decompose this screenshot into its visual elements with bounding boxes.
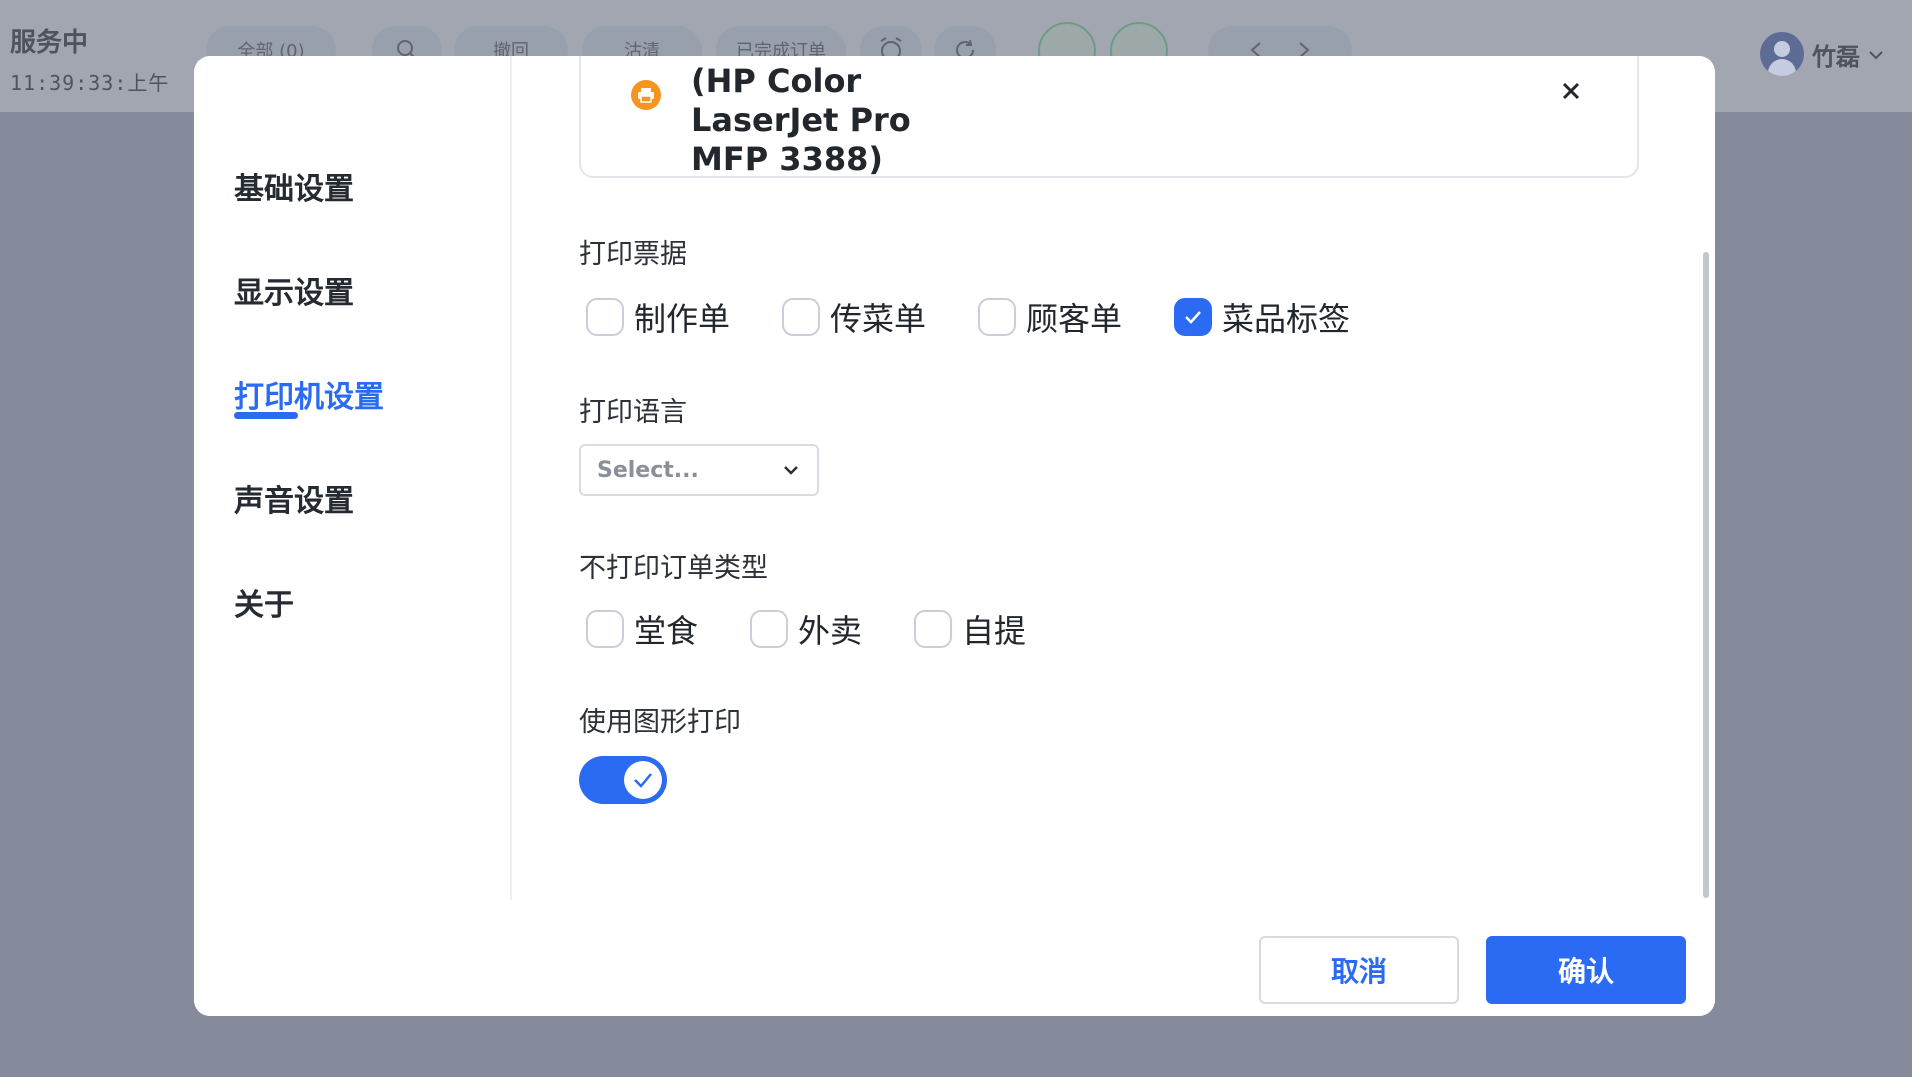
- printer-settings-panel: (HP Color LaserJet Pro MFP 3388) 打印票据 制作…: [514, 56, 1674, 900]
- receipts-options: 制作单 传菜单 顾客单 菜品标签: [586, 294, 1350, 340]
- order-type-dine-in-label: 堂食: [634, 612, 699, 650]
- printer-card: (HP Color LaserJet Pro MFP 3388): [579, 56, 1639, 178]
- status-block: 服务中 11:39:33:上午: [10, 22, 169, 96]
- printer-icon: [631, 80, 661, 110]
- settings-nav: 基础设置 显示设置 打印机设置 声音设置 关于: [194, 56, 512, 900]
- order-type-delivery[interactable]: 外卖: [750, 606, 914, 652]
- nav-display-settings[interactable]: 显示设置: [234, 268, 354, 312]
- active-nav-indicator: [234, 412, 298, 419]
- checkbox[interactable]: [978, 298, 1016, 336]
- language-select[interactable]: Select...: [579, 444, 819, 496]
- order-type-pickup-label: 自提: [962, 612, 1027, 650]
- checkbox[interactable]: [782, 298, 820, 336]
- chevron-down-icon: [784, 466, 798, 475]
- graphic-print-toggle[interactable]: [579, 756, 667, 804]
- remove-printer-button[interactable]: [1556, 76, 1586, 106]
- receipt-option-kitchen[interactable]: 制作单: [586, 294, 782, 340]
- graphic-print-label: 使用图形打印: [579, 707, 741, 738]
- settings-modal: 基础设置 显示设置 打印机设置 声音设置 关于 (HP Color LaserJ…: [194, 56, 1715, 1016]
- receipt-option-customer[interactable]: 顾客单: [978, 294, 1174, 340]
- checkmark-icon: [634, 773, 652, 788]
- nav-about[interactable]: 关于: [234, 580, 294, 624]
- checkbox[interactable]: [750, 610, 788, 648]
- checkbox-checked[interactable]: [1174, 298, 1212, 336]
- receipts-label: 打印票据: [579, 239, 687, 270]
- checkbox[interactable]: [914, 610, 952, 648]
- receipt-option-customer-label: 顾客单: [1026, 300, 1123, 338]
- confirm-button[interactable]: 确认: [1486, 936, 1686, 1004]
- status-title: 服务中: [10, 28, 89, 58]
- nav-printer-settings[interactable]: 打印机设置: [234, 372, 384, 416]
- language-select-placeholder: Select...: [597, 457, 699, 483]
- content-scrollbar[interactable]: [1703, 252, 1709, 898]
- modal-footer: 取消 确认: [194, 900, 1715, 1016]
- order-type-pickup[interactable]: 自提: [914, 606, 1026, 652]
- receipt-option-serving[interactable]: 传菜单: [782, 294, 978, 340]
- language-label: 打印语言: [579, 397, 687, 428]
- printer-name-line2: LaserJet Pro: [691, 101, 911, 139]
- exclude-order-types-label: 不打印订单类型: [579, 553, 768, 584]
- printer-name-line3: MFP 3388): [691, 140, 883, 178]
- receipt-option-dish-label[interactable]: 菜品标签: [1174, 294, 1350, 340]
- order-type-delivery-label: 外卖: [798, 612, 863, 650]
- user-name: 竹磊: [1812, 42, 1860, 71]
- order-type-dine-in[interactable]: 堂食: [586, 606, 750, 652]
- printer-name: (HP Color LaserJet Pro MFP 3388): [691, 62, 951, 179]
- user-menu[interactable]: 竹磊: [1760, 32, 1884, 76]
- checkbox[interactable]: [586, 298, 624, 336]
- chevron-down-icon: [1868, 44, 1884, 65]
- receipt-option-kitchen-label: 制作单: [634, 300, 731, 338]
- avatar: [1760, 32, 1804, 76]
- checkbox[interactable]: [586, 610, 624, 648]
- checkmark-icon: [1185, 311, 1201, 324]
- receipt-option-dish-label-text: 菜品标签: [1222, 300, 1351, 338]
- toggle-knob: [624, 761, 662, 799]
- close-icon: [1562, 82, 1580, 100]
- nav-basic-settings[interactable]: 基础设置: [234, 164, 354, 208]
- nav-sound-settings[interactable]: 声音设置: [234, 476, 354, 520]
- exclude-order-types-options: 堂食 外卖 自提: [586, 606, 1026, 652]
- printer-name-line1: (HP Color: [691, 62, 862, 100]
- cancel-button[interactable]: 取消: [1259, 936, 1459, 1004]
- receipt-option-serving-label: 传菜单: [830, 300, 927, 338]
- status-time: 11:39:33:上午: [10, 71, 170, 95]
